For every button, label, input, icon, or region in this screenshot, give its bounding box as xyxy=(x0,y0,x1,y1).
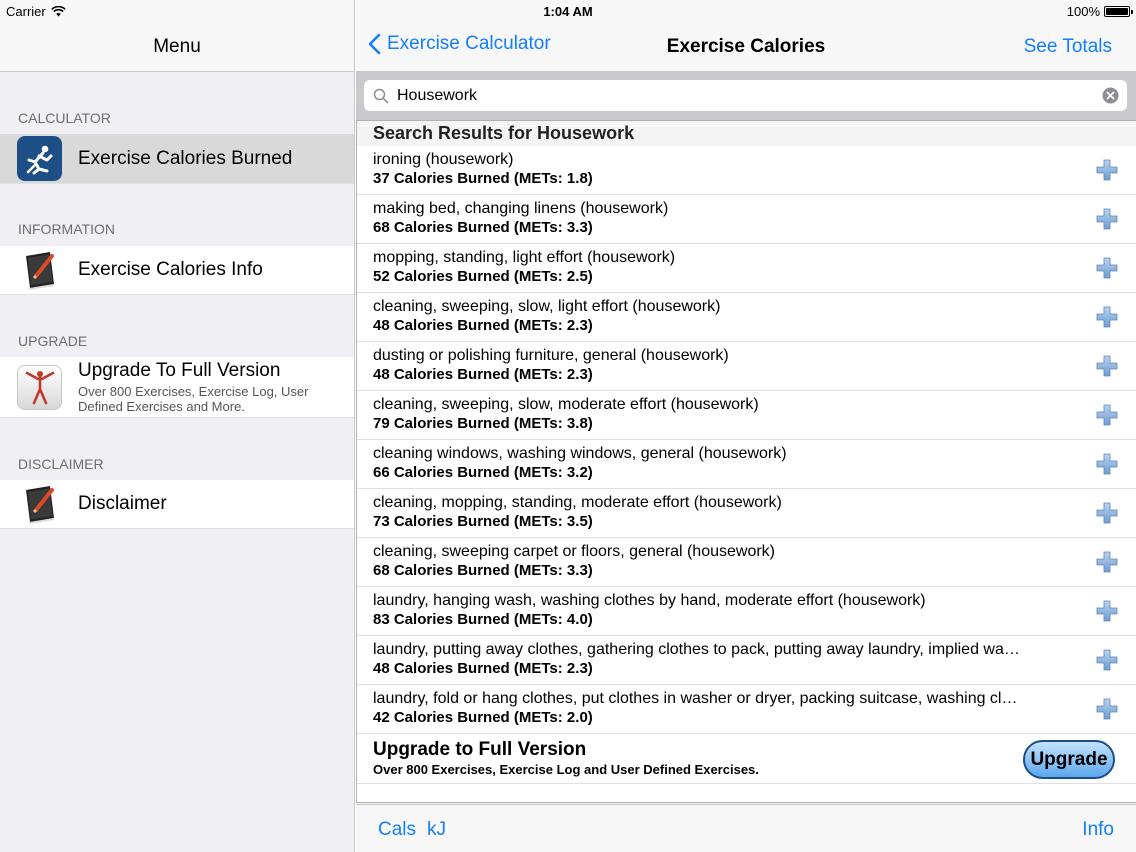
exercise-calories: 79 Calories Burned (METs: 3.8) xyxy=(373,415,593,432)
add-icon[interactable] xyxy=(1096,257,1118,279)
book-pen-icon xyxy=(17,482,62,527)
list-item[interactable]: dusting or polishing furniture, general … xyxy=(357,342,1136,391)
section-header-calculator: CALCULATOR xyxy=(18,110,111,126)
list-item[interactable]: cleaning, sweeping, slow, light effort (… xyxy=(357,293,1136,342)
upgrade-subtitle: Over 800 Exercises, Exercise Log and Use… xyxy=(373,762,759,777)
list-item[interactable]: laundry, fold or hang clothes, put cloth… xyxy=(357,685,1136,734)
sidebar-item-label: Exercise Calories Info xyxy=(78,259,263,280)
status-time: 1:04 AM xyxy=(543,4,593,19)
exercise-calories: 52 Calories Burned (METs: 2.5) xyxy=(373,268,593,285)
bottom-toolbar: Cals kJ Info xyxy=(356,804,1136,852)
see-totals-button[interactable]: See Totals xyxy=(1024,36,1112,58)
exercise-calories: 83 Calories Burned (METs: 4.0) xyxy=(373,611,593,628)
page-title: Exercise Calories xyxy=(666,36,826,57)
list-item[interactable]: cleaning, sweeping, slow, moderate effor… xyxy=(357,391,1136,440)
add-icon[interactable] xyxy=(1096,551,1118,573)
search-bar xyxy=(356,72,1136,120)
add-icon[interactable] xyxy=(1096,453,1118,475)
list-item[interactable]: mopping, standing, light effort (housewo… xyxy=(357,244,1136,293)
exercise-calories: 68 Calories Burned (METs: 3.3) xyxy=(373,219,593,236)
section-header-disclaimer: DISCLAIMER xyxy=(18,456,104,472)
battery-icon xyxy=(1104,6,1133,17)
add-icon[interactable] xyxy=(1096,159,1118,181)
upgrade-row: Upgrade to Full Version Over 800 Exercis… xyxy=(357,734,1136,784)
add-icon[interactable] xyxy=(1096,208,1118,230)
list-item[interactable]: cleaning, mopping, standing, moderate ef… xyxy=(357,489,1136,538)
add-icon[interactable] xyxy=(1096,600,1118,622)
add-icon[interactable] xyxy=(1096,306,1118,328)
sidebar-item-label: Disclaimer xyxy=(78,493,167,514)
search-input[interactable] xyxy=(397,86,1102,105)
cals-button[interactable]: Cals xyxy=(378,819,416,841)
list-item[interactable]: laundry, hanging wash, washing clothes b… xyxy=(357,587,1136,636)
exercise-name: making bed, changing linens (housework) xyxy=(373,200,669,217)
exercise-name: ironing (housework) xyxy=(373,151,514,168)
exercise-name: cleaning, sweeping carpet or floors, gen… xyxy=(373,543,775,560)
kj-button[interactable]: kJ xyxy=(427,819,446,841)
add-icon[interactable] xyxy=(1096,404,1118,426)
sidebar-item-disclaimer[interactable]: Disclaimer xyxy=(0,480,354,529)
add-icon[interactable] xyxy=(1096,502,1118,524)
battery-indicator: 100% xyxy=(1066,4,1133,19)
exercise-name: cleaning, sweeping, slow, moderate effor… xyxy=(373,396,759,413)
exercise-name: laundry, putting away clothes, gathering… xyxy=(373,641,1020,658)
sidebar-item-upgrade[interactable]: Upgrade To Full Version Over 800 Exercis… xyxy=(0,357,354,418)
results-list: ironing (housework) 37 Calories Burned (M… xyxy=(357,146,1136,734)
main-panel: Exercise Calculator Exercise Calories Se… xyxy=(356,0,1136,852)
sidebar-item-label: Exercise Calories Burned xyxy=(78,147,293,169)
list-item[interactable]: ironing (housework) 37 Calories Burned (M… xyxy=(357,146,1136,195)
list-item[interactable]: cleaning, sweeping carpet or floors, gen… xyxy=(357,538,1136,587)
exercise-name: laundry, hanging wash, washing clothes b… xyxy=(373,592,926,609)
exercise-name: laundry, fold or hang clothes, put cloth… xyxy=(373,690,1018,707)
upgrade-button[interactable]: Upgrade xyxy=(1023,740,1115,779)
exercise-calories: 73 Calories Burned (METs: 3.5) xyxy=(373,513,593,530)
sidebar-item-subtitle: Over 800 Exercises, Exercise Log, User D… xyxy=(78,384,309,414)
sidebar-title: Menu xyxy=(153,36,201,57)
status-bar: Carrier 1:04 AM 100% xyxy=(0,0,1136,22)
exercise-name: cleaning, sweeping, slow, light effort (… xyxy=(373,298,721,315)
search-icon xyxy=(373,88,389,103)
running-man-icon xyxy=(17,136,62,181)
sidebar: Menu CALCULATOR Exercise Calories Burned… xyxy=(0,0,355,852)
add-icon[interactable] xyxy=(1096,649,1118,671)
clear-search-icon[interactable] xyxy=(1102,87,1119,104)
section-header-upgrade: UPGRADE xyxy=(18,333,88,349)
list-item[interactable]: laundry, putting away clothes, gathering… xyxy=(357,636,1136,685)
exercise-calories: 48 Calories Burned (METs: 2.3) xyxy=(373,660,593,677)
list-item[interactable]: cleaning windows, washing windows, gener… xyxy=(357,440,1136,489)
sidebar-item-exercise-calories-info[interactable]: Exercise Calories Info xyxy=(0,246,354,295)
exercise-name: cleaning, mopping, standing, moderate ef… xyxy=(373,494,782,511)
exercise-calories: 48 Calories Burned (METs: 2.3) xyxy=(373,366,593,383)
exercise-calories: 48 Calories Burned (METs: 2.3) xyxy=(373,317,593,334)
section-header-information: INFORMATION xyxy=(18,221,115,237)
battery-percent: 100% xyxy=(1066,4,1100,19)
search-field-container xyxy=(364,80,1127,111)
exercise-calories: 37 Calories Burned (METs: 1.8) xyxy=(373,170,593,187)
exercise-name: cleaning windows, washing windows, gener… xyxy=(373,445,787,462)
exercise-calories: 66 Calories Burned (METs: 3.2) xyxy=(373,464,593,481)
results-table: Search Results for Housework ironing (ho… xyxy=(356,120,1136,803)
exercise-calories: 42 Calories Burned (METs: 2.0) xyxy=(373,709,593,726)
stretching-woman-icon xyxy=(17,364,62,410)
sidebar-item-exercise-calories-burned[interactable]: Exercise Calories Burned xyxy=(0,134,354,184)
exercise-calories: 68 Calories Burned (METs: 3.3) xyxy=(373,562,593,579)
sidebar-item-label: Upgrade To Full Version xyxy=(78,360,281,381)
exercise-name: dusting or polishing furniture, general … xyxy=(373,347,729,364)
add-icon[interactable] xyxy=(1096,698,1118,720)
upgrade-title: Upgrade to Full Version xyxy=(373,739,587,760)
results-header: Search Results for Housework xyxy=(357,121,1136,146)
book-pen-icon xyxy=(17,248,62,293)
exercise-name: mopping, standing, light effort (housewo… xyxy=(373,249,676,266)
info-button[interactable]: Info xyxy=(1082,819,1114,841)
list-item[interactable]: making bed, changing linens (housework) 6… xyxy=(357,195,1136,244)
add-icon[interactable] xyxy=(1096,355,1118,377)
